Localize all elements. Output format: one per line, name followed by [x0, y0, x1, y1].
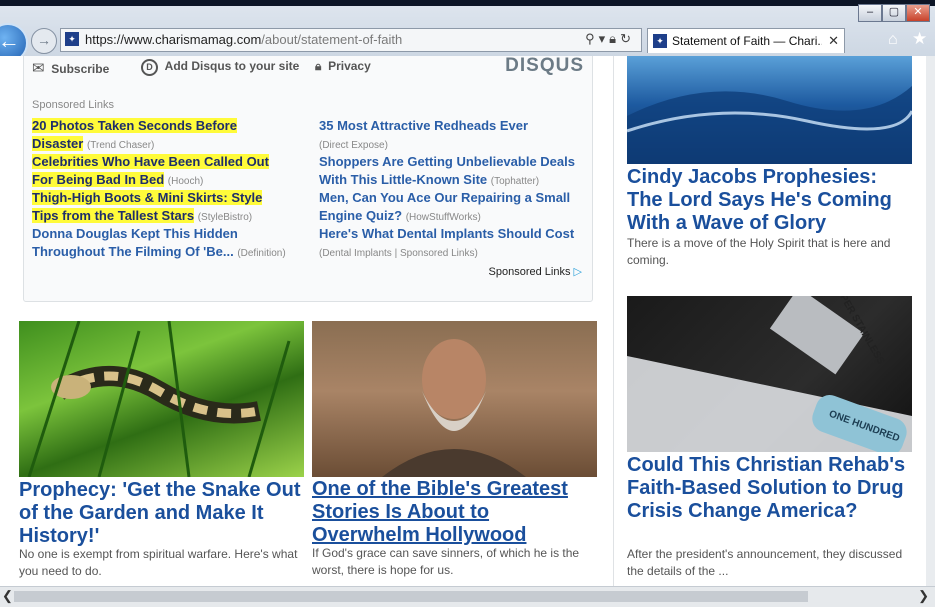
back-arrow-icon: ← [0, 28, 26, 53]
sponsored-source: (StyleBistro) [197, 212, 253, 223]
rehab-article-title[interactable]: Could This Christian Rehab's Faith-Based… [627, 454, 917, 523]
scroll-left-icon[interactable]: ❮ [2, 588, 13, 604]
privacy-link[interactable]: 🔒︎ Privacy [315, 59, 371, 74]
sponsored-title: Engine Quiz? [319, 208, 403, 223]
forward-button[interactable]: → [31, 28, 57, 54]
sponsored-title: Disaster [32, 136, 84, 151]
sponsored-item-left-2[interactable]: Celebrities Who Have Been Called Out For … [32, 153, 302, 191]
tab-title: Statement of Faith — Chari... [672, 34, 822, 48]
sponsored-title: Shoppers Are Getting Unbelievable Deals [319, 154, 575, 169]
tab-statement-of-faith[interactable]: ✦ Statement of Faith — Chari... ✕ [647, 28, 845, 53]
url-text[interactable]: https://www.charismamag.com/about/statem… [85, 32, 402, 47]
favorites-star-icon[interactable]: ★ [912, 29, 927, 49]
address-bar[interactable]: ✦ https://www.charismamag.com/about/stat… [60, 28, 642, 52]
bible-article-desc: If God's grace can save sinners, of whic… [312, 546, 580, 577]
lock-icon[interactable]: 🔒︎ [609, 31, 620, 46]
sponsored-header: Sponsored Links [32, 99, 114, 111]
close-window-button[interactable]: ✕ [906, 4, 930, 22]
sponsored-source: (Definition) [237, 248, 286, 259]
tab-favicon-icon: ✦ [653, 34, 667, 48]
sponsored-footer-label: Sponsored Links [488, 266, 571, 278]
rehab-article-image[interactable]: SUPER STAINLESS ONE HUNDRED [627, 296, 912, 452]
subscribe-label: Subscribe [51, 62, 110, 76]
disqus-panel: ✉ Subscribe D Add Disqus to your site 🔒︎… [23, 56, 593, 302]
forward-arrow-icon: → [37, 32, 51, 48]
minimize-button[interactable]: – [858, 4, 882, 22]
horizontal-scrollbar[interactable]: ❮ ❯ [0, 586, 935, 607]
sponsored-item-left-4[interactable]: Donna Douglas Kept This Hidden Throughout… [32, 225, 307, 263]
play-triangle-icon: ▷ [573, 266, 582, 278]
disqus-logo[interactable]: DISQUS [505, 56, 584, 77]
privacy-label: Privacy [328, 59, 371, 73]
snake-article-image[interactable] [19, 321, 304, 477]
cindy-article-desc: There is a move of the Holy Spirit that … [627, 236, 891, 267]
snake-article-desc: No one is exempt from spiritual warfare.… [19, 547, 298, 578]
scroll-right-icon[interactable]: ❯ [918, 588, 929, 604]
sponsored-title: Tips from the Tallest Stars [32, 208, 195, 223]
column-divider [613, 56, 614, 586]
snake-illustration [27, 321, 291, 477]
sponsored-title: With This Little-Known Site [319, 172, 488, 187]
sponsored-title: Celebrities Who Have Been Called Out [32, 154, 269, 169]
sponsored-item-left-1[interactable]: 20 Photos Taken Seconds Before Disaster (… [32, 117, 302, 155]
sponsored-title: Donna Douglas Kept This Hidden [32, 226, 238, 241]
add-disqus-link[interactable]: D Add Disqus to your site [141, 59, 299, 76]
sponsored-item-right-2[interactable]: Shoppers Are Getting Unbelievable Deals W… [319, 153, 589, 191]
sponsored-item-right-4[interactable]: Here's What Dental Implants Should Cost (… [319, 225, 589, 263]
scrollbar-thumb[interactable] [14, 591, 808, 602]
bible-article-title[interactable]: One of the Bible's Greatest Stories Is A… [312, 478, 602, 547]
envelope-icon: ✉ [32, 60, 45, 77]
window-controls: – ▢ ✕ [858, 4, 930, 22]
sponsored-source: (Dental Implants | Sponsored Links) [319, 248, 478, 259]
cindy-article-title[interactable]: Cindy Jacobs Prophesies: The Lord Says H… [627, 166, 917, 235]
sponsored-title: Thigh-High Boots & Mini Skirts: Style [32, 190, 263, 205]
tab-close-icon[interactable]: ✕ [828, 33, 839, 49]
site-favicon-icon: ✦ [65, 32, 79, 46]
sponsored-title: For Being Bad In Bed [32, 172, 165, 187]
url-path: /about/statement-of-faith [261, 32, 403, 47]
sponsored-source: (Trend Chaser) [86, 140, 155, 151]
sponsored-title: 20 Photos Taken Seconds Before [32, 118, 237, 133]
url-host: https://www.charismamag.com [85, 32, 262, 47]
dropdown-icon[interactable]: ▾ [599, 31, 610, 46]
search-icon[interactable]: ⚲ [585, 31, 599, 46]
sponsored-item-left-3[interactable]: Thigh-High Boots & Mini Skirts: Style Tip… [32, 189, 302, 227]
title-bar [0, 0, 935, 6]
sponsored-item-right-1[interactable]: 35 Most Attractive Redheads Ever (Direct … [319, 117, 589, 155]
sponsored-title: Throughout The Filming Of 'Be... [32, 244, 234, 259]
sponsored-source: (Hooch) [167, 176, 204, 187]
old-man-illustration [382, 339, 526, 477]
vertical-scrollbar[interactable] [926, 56, 935, 586]
sponsored-source: (Direct Expose) [319, 140, 388, 151]
snake-article-title[interactable]: Prophecy: 'Get the Snake Out of the Gard… [19, 479, 309, 548]
wave-illustration [627, 86, 912, 164]
disqus-d-icon: D [141, 59, 158, 76]
bible-article-image[interactable] [312, 321, 597, 477]
address-bar-icons: ⚲▾🔒︎↻ [585, 31, 635, 47]
page-content: ✉ Subscribe D Add Disqus to your site 🔒︎… [0, 56, 926, 586]
sponsored-item-right-3[interactable]: Men, Can You Ace Our Repairing a Small En… [319, 189, 589, 227]
sponsored-footer[interactable]: Sponsored Links ▷ [489, 265, 582, 278]
sponsored-source: (HowStuffWorks) [405, 212, 481, 223]
lock-icon: 🔒︎ [315, 59, 322, 73]
wave-article-image[interactable] [627, 56, 912, 164]
add-disqus-label: Add Disqus to your site [164, 59, 300, 73]
home-icon[interactable]: ⌂ [888, 31, 898, 49]
sponsored-title: Men, Can You Ace Our Repairing a Small [319, 190, 571, 205]
rehab-article-desc: After the president's announcement, they… [627, 547, 903, 578]
sponsored-source: (Tophatter) [490, 176, 540, 187]
sponsored-title: 35 Most Attractive Redheads Ever [319, 118, 529, 133]
maximize-button[interactable]: ▢ [882, 4, 906, 22]
sponsored-title: Here's What Dental Implants Should Cost [319, 226, 575, 241]
refresh-icon[interactable]: ↻ [620, 31, 635, 46]
subscribe-link[interactable]: ✉ Subscribe [32, 59, 109, 77]
